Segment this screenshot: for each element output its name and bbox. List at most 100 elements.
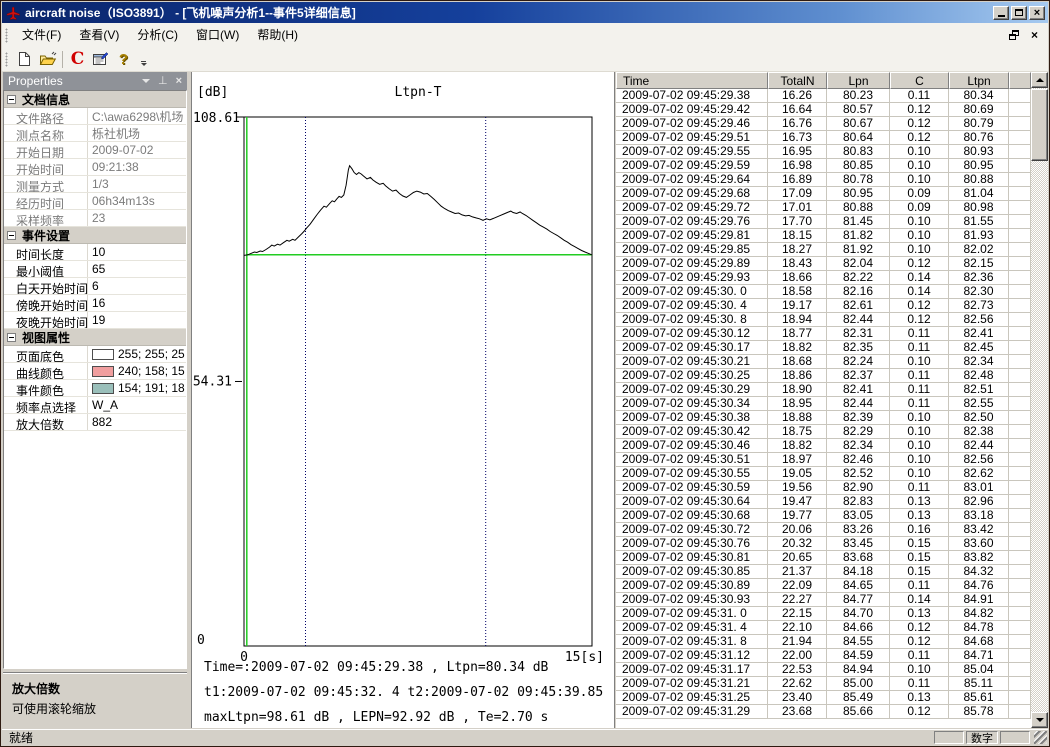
column-header-lpn[interactable]: Lpn bbox=[827, 72, 890, 89]
table-row[interactable]: 2009-07-02 09:45:31. 022.1584.700.1384.8… bbox=[616, 607, 1031, 621]
property-value[interactable]: C:\awa6298\机场 bbox=[88, 108, 186, 124]
column-header-ltpn[interactable]: Ltpn bbox=[949, 72, 1009, 89]
table-row[interactable]: 2009-07-02 09:45:30.4618.8282.340.1082.4… bbox=[616, 439, 1031, 453]
column-header-totaln[interactable]: TotalN bbox=[768, 72, 827, 89]
table-row[interactable]: 2009-07-02 09:45:29.8918.4382.040.1282.1… bbox=[616, 257, 1031, 271]
table-row[interactable]: 2009-07-02 09:45:30.3818.8882.390.1082.5… bbox=[616, 411, 1031, 425]
property-value[interactable]: 19 bbox=[88, 312, 186, 328]
column-header-time[interactable]: Time bbox=[616, 72, 768, 89]
panel-menu-icon[interactable] bbox=[142, 79, 150, 83]
table-row[interactable]: 2009-07-02 09:45:30.7620.3283.450.1583.6… bbox=[616, 537, 1031, 551]
table-row[interactable]: 2009-07-02 09:45:30.1718.8282.350.1182.4… bbox=[616, 341, 1031, 355]
table-row[interactable]: 2009-07-02 09:45:30. 818.9482.440.1282.5… bbox=[616, 313, 1031, 327]
table-row[interactable]: 2009-07-02 09:45:29.8518.2781.920.1082.0… bbox=[616, 243, 1031, 257]
section-header-event-settings[interactable]: 事件设置 bbox=[4, 227, 186, 244]
menu-help[interactable]: 帮助(H) bbox=[248, 25, 307, 45]
open-file-button[interactable] bbox=[36, 48, 59, 70]
table-row[interactable]: 2009-07-02 09:45:30.4218.7582.290.1082.3… bbox=[616, 425, 1031, 439]
property-value[interactable]: 255; 255; 25 bbox=[88, 346, 186, 362]
table-row[interactable]: 2009-07-02 09:45:30.9322.2784.770.1484.9… bbox=[616, 593, 1031, 607]
toolbar-grip[interactable] bbox=[5, 52, 8, 67]
table-row[interactable]: 2009-07-02 09:45:29.5916.9880.850.1080.9… bbox=[616, 159, 1031, 173]
property-value[interactable]: 06h34m13s bbox=[88, 193, 186, 209]
property-value[interactable]: 240; 158; 15 bbox=[88, 363, 186, 379]
scroll-down-button[interactable] bbox=[1031, 712, 1048, 728]
table-row[interactable]: 2009-07-02 09:45:31.1222.0084.590.1184.7… bbox=[616, 649, 1031, 663]
property-value[interactable]: 154; 191; 18 bbox=[88, 380, 186, 396]
property-value[interactable]: 6 bbox=[88, 278, 186, 294]
table-row[interactable]: 2009-07-02 09:45:29.7217.0180.880.0980.9… bbox=[616, 201, 1031, 215]
table-row[interactable]: 2009-07-02 09:45:29.5516.9580.830.1080.9… bbox=[616, 145, 1031, 159]
color-swatch[interactable] bbox=[92, 383, 114, 394]
color-swatch[interactable] bbox=[92, 349, 114, 360]
property-value[interactable]: 10 bbox=[88, 244, 186, 260]
table-row[interactable]: 2009-07-02 09:45:29.8118.1581.820.1081.9… bbox=[616, 229, 1031, 243]
property-value[interactable]: 23 bbox=[88, 210, 186, 226]
menu-analysis[interactable]: 分析(C) bbox=[128, 25, 187, 45]
table-row[interactable]: 2009-07-02 09:45:31. 821.9484.550.1284.6… bbox=[616, 635, 1031, 649]
table-row[interactable]: 2009-07-02 09:45:31. 422.1084.660.1284.7… bbox=[616, 621, 1031, 635]
collapse-icon[interactable] bbox=[7, 333, 16, 342]
table-row[interactable]: 2009-07-02 09:45:30.5118.9782.460.1082.5… bbox=[616, 453, 1031, 467]
property-value[interactable]: 09:21:38 bbox=[88, 159, 186, 175]
table-row[interactable]: 2009-07-02 09:45:29.6416.8980.780.1080.8… bbox=[616, 173, 1031, 187]
property-value[interactable]: 2009-07-02 bbox=[88, 142, 186, 158]
table-row[interactable]: 2009-07-02 09:45:29.4616.7680.670.1280.7… bbox=[616, 117, 1031, 131]
pin-icon[interactable]: ⊥ bbox=[158, 76, 168, 87]
mdi-close-button[interactable]: × bbox=[1031, 30, 1038, 40]
table-row[interactable]: 2009-07-02 09:45:29.3816.2680.230.1180.3… bbox=[616, 89, 1031, 103]
table-row[interactable]: 2009-07-02 09:45:29.9318.6682.220.1482.3… bbox=[616, 271, 1031, 285]
table-row[interactable]: 2009-07-02 09:45:30.5519.0582.520.1082.6… bbox=[616, 467, 1031, 481]
table-scrollbar[interactable] bbox=[1031, 72, 1048, 728]
table-row[interactable]: 2009-07-02 09:45:29.5116.7380.640.1280.7… bbox=[616, 131, 1031, 145]
table-row[interactable]: 2009-07-02 09:45:31.2923.6885.660.1285.7… bbox=[616, 705, 1031, 719]
table-row[interactable]: 2009-07-02 09:45:30.7220.0683.260.1683.4… bbox=[616, 523, 1031, 537]
table-row[interactable]: 2009-07-02 09:45:30.8120.6583.680.1583.8… bbox=[616, 551, 1031, 565]
table-row[interactable]: 2009-07-02 09:45:30.2918.9082.410.1182.5… bbox=[616, 383, 1031, 397]
collapse-icon[interactable] bbox=[7, 95, 16, 104]
table-row[interactable]: 2009-07-02 09:45:30.5919.5682.900.1183.0… bbox=[616, 481, 1031, 495]
table-row[interactable]: 2009-07-02 09:45:31.1722.5384.940.1085.0… bbox=[616, 663, 1031, 677]
scrollbar-thumb[interactable] bbox=[1031, 89, 1048, 161]
table-row[interactable]: 2009-07-02 09:45:29.6817.0980.950.0981.0… bbox=[616, 187, 1031, 201]
properties-button[interactable] bbox=[89, 48, 112, 70]
minimize-button[interactable] bbox=[993, 6, 1009, 20]
property-value[interactable]: 65 bbox=[88, 261, 186, 277]
properties-panel-header[interactable]: Properties ⊥ × bbox=[3, 72, 187, 90]
property-value[interactable]: 栎社机场 bbox=[88, 125, 186, 141]
table-row[interactable]: 2009-07-02 09:45:30.2518.8682.370.1182.4… bbox=[616, 369, 1031, 383]
menu-window[interactable]: 窗口(W) bbox=[187, 25, 248, 45]
resize-grip[interactable] bbox=[1034, 731, 1047, 744]
property-value[interactable]: W_A bbox=[88, 397, 186, 413]
mdi-restore-button[interactable] bbox=[1009, 30, 1019, 40]
color-swatch[interactable] bbox=[92, 366, 114, 377]
toolbar-options-button[interactable] bbox=[137, 48, 150, 70]
menu-file[interactable]: 文件(F) bbox=[13, 25, 70, 45]
table-row[interactable]: 2009-07-02 09:45:30. 419.1782.610.1282.7… bbox=[616, 299, 1031, 313]
table-row[interactable]: 2009-07-02 09:45:30.1218.7782.310.1182.4… bbox=[616, 327, 1031, 341]
table-row[interactable]: 2009-07-02 09:45:29.4216.6480.570.1280.6… bbox=[616, 103, 1031, 117]
panel-close-icon[interactable]: × bbox=[176, 76, 182, 87]
help-button[interactable]: ? bbox=[112, 48, 135, 70]
section-header-view-props[interactable]: 视图属性 bbox=[4, 329, 186, 346]
table-row[interactable]: 2009-07-02 09:45:30.6819.7783.050.1383.1… bbox=[616, 509, 1031, 523]
table-row[interactable]: 2009-07-02 09:45:30.8521.3784.180.1584.3… bbox=[616, 565, 1031, 579]
section-header-doc-info[interactable]: 文档信息 bbox=[4, 91, 186, 108]
table-row[interactable]: 2009-07-02 09:45:31.2523.4085.490.1385.6… bbox=[616, 691, 1031, 705]
table-row[interactable]: 2009-07-02 09:45:30.2118.6882.240.1082.3… bbox=[616, 355, 1031, 369]
close-button[interactable]: × bbox=[1029, 6, 1045, 20]
menubar-grip[interactable] bbox=[5, 28, 8, 43]
table-row[interactable]: 2009-07-02 09:45:29.7617.7081.450.1081.5… bbox=[616, 215, 1031, 229]
property-value[interactable]: 882 bbox=[88, 414, 186, 430]
scroll-up-button[interactable] bbox=[1031, 72, 1048, 88]
table-row[interactable]: 2009-07-02 09:45:30.6419.4782.830.1382.9… bbox=[616, 495, 1031, 509]
column-header-c[interactable]: C bbox=[890, 72, 949, 89]
menu-view[interactable]: 查看(V) bbox=[70, 25, 128, 45]
analysis-button[interactable]: C bbox=[66, 48, 89, 70]
table-row[interactable]: 2009-07-02 09:45:30.8922.0984.650.1184.7… bbox=[616, 579, 1031, 593]
property-value[interactable]: 16 bbox=[88, 295, 186, 311]
maximize-button[interactable] bbox=[1011, 6, 1027, 20]
chart-panel[interactable]: Ltpn-T[dB]108.6154.310015[s] Time=:2009-… bbox=[191, 72, 615, 728]
table-row[interactable]: 2009-07-02 09:45:31.2122.6285.000.1185.1… bbox=[616, 677, 1031, 691]
collapse-icon[interactable] bbox=[7, 231, 16, 240]
